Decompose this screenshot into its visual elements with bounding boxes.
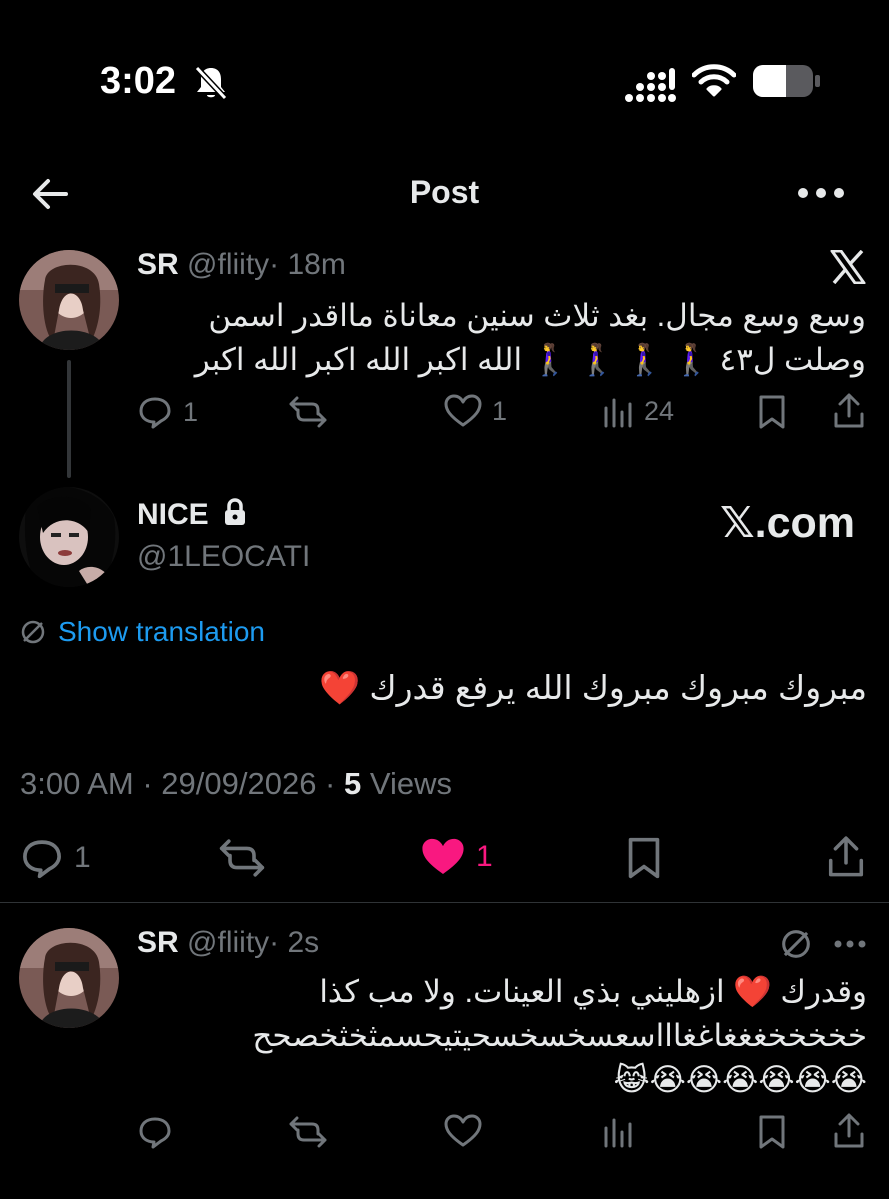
views-button[interactable]: 24: [602, 394, 674, 428]
like-count: 1: [492, 395, 508, 426]
like-count: 1: [476, 840, 493, 873]
author-handle[interactable]: @fliity: [187, 926, 269, 959]
quoted-post-author[interactable]: SR @fliity· 18m: [137, 248, 346, 282]
repost-icon: [289, 1116, 327, 1148]
reply-author[interactable]: SR @fliity· 2s: [137, 926, 319, 960]
author-display-name[interactable]: NICE: [137, 498, 209, 531]
x-logo-icon: [830, 250, 866, 284]
heart-icon: [444, 1114, 482, 1147]
view-count: 24: [644, 395, 675, 426]
repost-button[interactable]: [288, 1114, 328, 1150]
more-options-icon[interactable]: [833, 936, 867, 952]
show-translation-label[interactable]: Show translation: [58, 616, 265, 648]
like-button[interactable]: 1: [444, 394, 507, 428]
avatar[interactable]: [19, 250, 119, 350]
avatar[interactable]: [19, 928, 119, 1028]
like-button[interactable]: [444, 1114, 482, 1148]
repost-button[interactable]: [218, 836, 266, 880]
author-handle[interactable]: @fliity: [187, 248, 269, 281]
show-translation-link[interactable]: Show translation: [20, 616, 265, 648]
cellular-signal-icon: [625, 68, 676, 102]
views-label: Views: [361, 766, 452, 801]
author-display-name[interactable]: SR: [137, 248, 179, 281]
analytics-icon: [604, 398, 632, 428]
post-header: Post: [0, 160, 889, 224]
repost-button[interactable]: [288, 394, 328, 430]
post-timestamp: 3:00 AM · 29/09/2026 ·: [20, 766, 344, 801]
share-icon[interactable]: [832, 392, 866, 430]
lock-icon: [225, 498, 246, 525]
reply-button[interactable]: [137, 1114, 173, 1150]
author-handle[interactable]: @1LEOCATI: [137, 540, 310, 573]
reply-text-line1: وقدرك ❤️ ازهليني بذي العينات. ولا مب كذا: [319, 974, 867, 1009]
bookmark-icon[interactable]: [757, 1114, 787, 1150]
avatar[interactable]: [19, 487, 119, 587]
wifi-icon: [692, 64, 736, 97]
repost-icon: [219, 839, 265, 877]
x-com-watermark: 𝕏.com: [720, 499, 856, 547]
globe-icon[interactable]: [780, 928, 812, 960]
reply-text-line2: خخخخخغغغاغغاااسعسخسخسحيتيحسمثخثخصحح: [252, 1018, 867, 1053]
post-metadata: 3:00 AM · 29/09/2026 · 5 Views: [20, 766, 452, 802]
share-icon[interactable]: [832, 1112, 866, 1150]
like-button[interactable]: 1: [420, 836, 493, 878]
battery-icon: [753, 65, 820, 97]
quoted-post-text-line1: وسع وسع مجال. بغد ثلاث سنين معاناة مااقد…: [208, 298, 866, 333]
heart-icon: [444, 394, 482, 427]
reply-button[interactable]: 1: [137, 394, 198, 430]
reply-icon: [139, 1117, 171, 1149]
post-time: · 18m: [269, 248, 346, 281]
heart-filled-icon: [422, 838, 464, 874]
reply-count: 1: [183, 396, 199, 427]
bookmark-icon[interactable]: [757, 394, 787, 430]
page-title: Post: [409, 174, 480, 210]
main-post-text: مبروك مبروك مبروك الله يرفع قدرك ❤️: [319, 669, 867, 706]
divider: [0, 902, 889, 903]
repost-icon: [289, 396, 327, 428]
reply-icon: [139, 397, 171, 429]
bell-off-icon: [194, 65, 228, 101]
status-time: 3:02: [100, 60, 177, 102]
bookmark-icon[interactable]: [625, 836, 663, 880]
post-time: · 2s: [269, 926, 320, 959]
author-display-name[interactable]: SR: [137, 926, 179, 959]
views-button[interactable]: [602, 1114, 634, 1148]
status-bar: 3:02: [0, 0, 889, 150]
main-post-author[interactable]: NICE: [137, 498, 247, 532]
reply-count: 1: [74, 841, 91, 874]
globe-icon: [21, 620, 45, 644]
quoted-post-text-line2: وصلت ل٤٣ 🚶‍♀️ 🚶‍♀️ 🚶‍♀️ 🚶‍♀️ الله اكبر ا…: [194, 342, 866, 377]
reply-button[interactable]: 1: [20, 836, 91, 880]
main-post-actions: 1 1: [0, 836, 889, 880]
quoted-post-actions: 1 1 24: [0, 392, 889, 434]
more-options-icon[interactable]: [795, 178, 847, 208]
views-count: 5: [344, 766, 362, 801]
analytics-icon: [604, 1118, 632, 1148]
share-icon[interactable]: [826, 834, 866, 880]
reply-actions: [0, 1112, 889, 1154]
reply-text-line3: 😭😭😭😭😭😭😹: [613, 1062, 867, 1097]
reply-icon: [23, 840, 61, 879]
